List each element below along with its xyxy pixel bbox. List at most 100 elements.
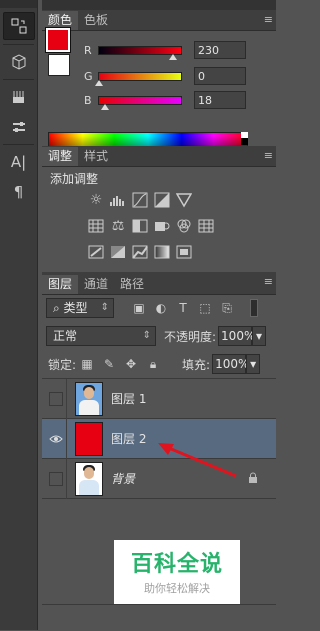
lock-position-icon[interactable]: ✥ <box>124 357 138 371</box>
chevron-down-icon: ⇕ <box>100 302 109 313</box>
vibrance-icon[interactable] <box>175 192 193 208</box>
black-white-icon[interactable] <box>132 218 148 234</box>
fill-dropdown[interactable]: ▾ <box>246 354 261 374</box>
invert-icon[interactable] <box>88 244 104 260</box>
divider <box>3 144 34 145</box>
background-color-swatch[interactable] <box>48 54 70 76</box>
adjustment-filter-icon[interactable]: ◐ <box>154 301 168 315</box>
opacity-dropdown[interactable]: ▾ <box>252 326 267 346</box>
adjustments-panel: 调整 样式 ≡ 添加调整 ☼ ⚖ <box>42 146 276 272</box>
type-filter-icon[interactable]: T <box>176 301 190 315</box>
adjust-heading: 添加调整 <box>50 172 99 186</box>
filter-type-select[interactable]: ⌕ 类型 ⇕ <box>46 298 114 318</box>
watermark-subtitle: 助你轻松解决 <box>144 582 210 595</box>
panel-top-grip[interactable] <box>42 0 276 11</box>
layer-thumbnail <box>75 461 103 496</box>
smart-object-filter-icon[interactable]: ⎘ <box>220 301 234 315</box>
tab-swatches[interactable]: 色板 <box>78 11 114 30</box>
opacity-label: 不透明度: <box>164 329 217 344</box>
levels-icon[interactable] <box>110 192 126 208</box>
layer-filter-row: ⌕ 类型 ⇕ ▣ ◐ T ⬚ ⎘ <box>42 298 276 318</box>
hue-saturation-icon[interactable] <box>88 218 104 234</box>
photo-filter-icon[interactable] <box>154 218 170 234</box>
fill-input[interactable]: 100% <box>212 354 249 374</box>
blend-mode-value: 正常 <box>53 329 78 343</box>
green-channel-row: G 0 <box>84 66 246 86</box>
layer-name[interactable]: 图层 1 <box>111 390 146 407</box>
red-value-field[interactable]: 230 <box>194 41 246 59</box>
red-slider[interactable] <box>98 45 182 60</box>
blue-value-field[interactable]: 18 <box>194 91 246 109</box>
visibility-cell[interactable] <box>42 458 67 499</box>
dock-grip[interactable] <box>0 0 37 8</box>
color-panel: 颜色 色板 ≡ R 230 G 0 B 18 <box>42 10 276 147</box>
panel-menu-icon[interactable]: ≡ <box>264 149 273 162</box>
layers-panel-tabs: 图层 通道 路径 ≡ <box>42 272 276 295</box>
visibility-toggle[interactable] <box>49 471 63 486</box>
layer-name[interactable]: 图层 2 <box>111 430 146 447</box>
lock-pixels-icon[interactable]: ✎ <box>102 357 116 371</box>
channel-mixer-icon[interactable] <box>176 218 192 234</box>
character-icon[interactable]: A| <box>4 149 34 175</box>
tab-channels[interactable]: 通道 <box>78 275 114 294</box>
panel-menu-icon[interactable]: ≡ <box>264 275 273 288</box>
eye-icon[interactable] <box>49 432 63 446</box>
black-swatch[interactable] <box>241 138 248 145</box>
color-balance-icon[interactable]: ⚖ <box>110 218 126 234</box>
visibility-toggle[interactable] <box>49 391 63 406</box>
layer-row[interactable]: 背景 <box>42 458 276 499</box>
pixel-filter-icon[interactable]: ▣ <box>132 301 146 315</box>
blue-slider[interactable] <box>98 95 182 110</box>
tab-paths[interactable]: 路径 <box>114 275 150 294</box>
brush-preset-icon[interactable] <box>4 84 34 110</box>
panel-menu-icon[interactable]: ≡ <box>264 13 273 26</box>
adjust-row-1: ☼ <box>42 192 276 208</box>
lock-all-icon[interactable]: 🔒︎ <box>146 357 160 371</box>
panel-dock-strip: A| ¶ <box>0 0 38 630</box>
tool-options-icon[interactable] <box>4 114 34 140</box>
channel-label: R <box>84 43 92 57</box>
posterize-icon[interactable] <box>110 244 126 260</box>
filter-toggle[interactable] <box>250 299 258 317</box>
adjust-row-3 <box>42 244 276 260</box>
gradient-map-icon[interactable] <box>154 244 170 260</box>
lock-transparency-icon[interactable]: ▦ <box>80 357 94 371</box>
selective-color-icon[interactable] <box>176 244 192 260</box>
red-channel-row: R 230 <box>84 40 246 60</box>
blend-mode-select[interactable]: 正常 ⇕ <box>46 326 156 346</box>
layers-bottom-bar <box>42 604 276 631</box>
curves-icon[interactable] <box>132 192 148 208</box>
slider-thumb[interactable] <box>101 103 109 110</box>
color-panel-tabs: 颜色 色板 ≡ <box>42 10 276 31</box>
3d-icon[interactable] <box>4 49 34 75</box>
chevron-down-icon: ⇕ <box>142 330 151 341</box>
green-value-field[interactable]: 0 <box>194 67 246 85</box>
slider-thumb[interactable] <box>95 79 103 86</box>
brightness-icon[interactable]: ☼ <box>88 192 104 208</box>
color-spectrum-ramp[interactable] <box>48 132 248 147</box>
layer-row-selected[interactable]: 图层 2 <box>42 418 276 459</box>
layer-thumbnail <box>75 421 103 456</box>
watermark-title: 百科全说 <box>130 552 223 577</box>
lock-icon <box>248 472 258 486</box>
tab-adjustments[interactable]: 调整 <box>42 147 79 166</box>
tab-layers[interactable]: 图层 <box>42 275 79 294</box>
opacity-input[interactable]: 100% <box>218 326 255 346</box>
slider-thumb[interactable] <box>169 53 177 60</box>
layer-row[interactable]: 图层 1 <box>42 378 276 419</box>
color-lookup-icon[interactable] <box>198 218 214 234</box>
threshold-icon[interactable] <box>132 244 148 260</box>
divider <box>3 44 34 45</box>
layer-thumbnail <box>75 381 103 416</box>
visibility-cell[interactable] <box>42 378 67 419</box>
shape-filter-icon[interactable]: ⬚ <box>198 301 212 315</box>
tab-styles[interactable]: 样式 <box>78 147 114 166</box>
lock-label: 锁定: <box>48 357 77 372</box>
visibility-cell[interactable] <box>42 418 67 459</box>
layer-name[interactable]: 背景 <box>111 470 135 487</box>
green-slider[interactable] <box>95 71 182 86</box>
exposure-icon[interactable] <box>154 192 170 208</box>
history-icon[interactable] <box>2 12 35 40</box>
foreground-color-swatch[interactable] <box>46 28 70 52</box>
paragraph-icon[interactable]: ¶ <box>4 179 34 205</box>
